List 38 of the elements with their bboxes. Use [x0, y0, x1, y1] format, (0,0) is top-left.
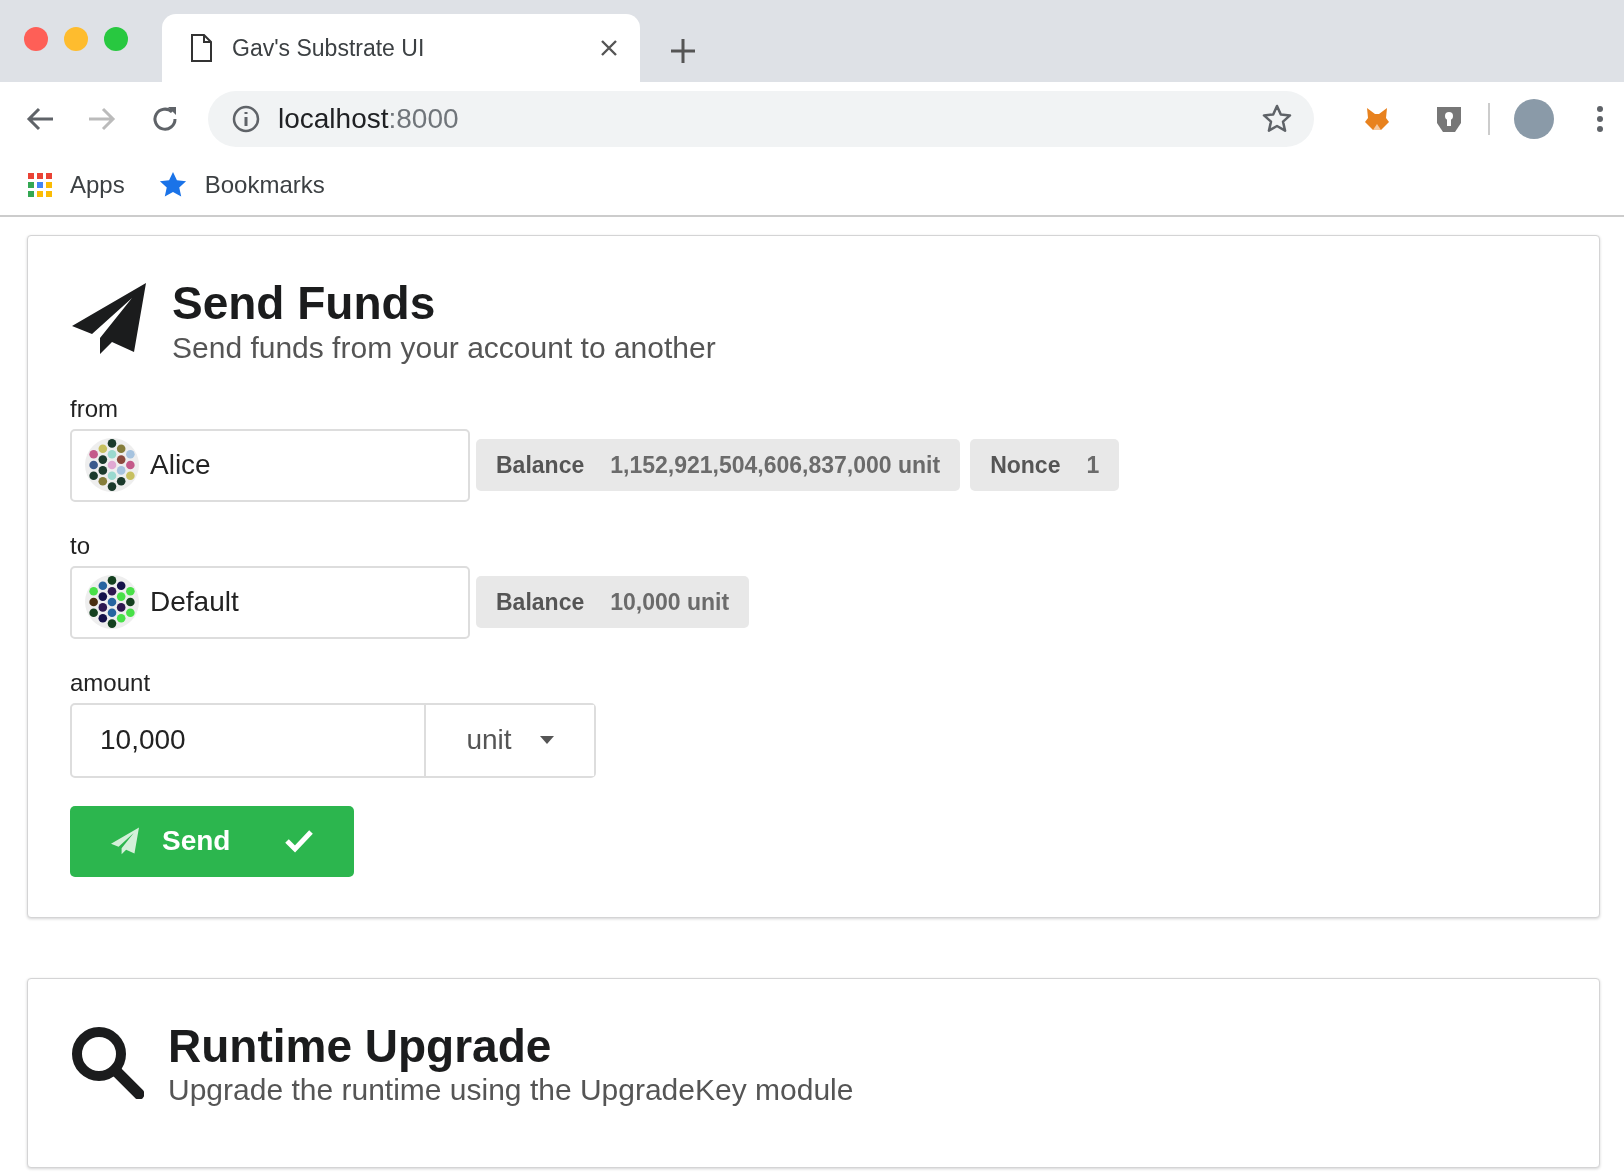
info-label: Balance 10,000 unit [476, 576, 750, 629]
profile-avatar[interactable] [1514, 98, 1554, 139]
apps-grid-icon [28, 173, 52, 197]
tab-title: Gav's Substrate UI [232, 34, 426, 62]
identicon-drawing [84, 574, 140, 631]
card-subtitle: Upgrade the runtime using the UpgradeKey module [168, 1073, 854, 1108]
info-icon [232, 104, 260, 133]
paper-plane-icon [70, 282, 148, 356]
info-label: Balance 1,152,921,504,606,837,000 unit [476, 439, 961, 492]
account-dropdown[interactable]: Default [70, 565, 470, 639]
close-tab-icon[interactable] [600, 39, 618, 57]
identicon-drawing [84, 437, 140, 494]
fox-extension-icon[interactable] [1364, 105, 1390, 132]
field-label: from [70, 394, 119, 423]
amount-field[interactable]: 10,000 unit [70, 702, 596, 778]
back-arrow-icon[interactable] [26, 106, 54, 131]
star-icon [158, 171, 187, 199]
checkmark-icon [284, 829, 314, 854]
menu-icon[interactable] [1596, 104, 1604, 133]
card-subtitle: Send funds from your account to another [172, 330, 716, 365]
url-text: localhost:8000 [278, 102, 460, 135]
new-tab-icon[interactable] [670, 38, 696, 64]
bookmark-star-icon[interactable] [1262, 103, 1292, 134]
card-title: Send Funds [172, 278, 437, 329]
field-label: amount [70, 668, 152, 697]
address-bar[interactable]: localhost:8000 [208, 90, 1314, 147]
card-title: Runtime Upgrade [168, 1020, 553, 1072]
caret-icon [539, 736, 554, 745]
search-icon [70, 1024, 144, 1099]
page-icon [190, 34, 212, 62]
bookmarks-link[interactable]: Bookmarks [158, 171, 325, 199]
apps-link[interactable]: Apps [28, 171, 125, 199]
browser-tab[interactable]: Gav's Substrate UI [162, 14, 640, 82]
info-label: Nonce 1 [970, 439, 1120, 492]
close-window-button[interactable] [24, 27, 48, 51]
field-label: to [70, 531, 91, 560]
account-dropdown[interactable]: Alice [70, 428, 470, 502]
paper-plane-icon [110, 827, 140, 856]
